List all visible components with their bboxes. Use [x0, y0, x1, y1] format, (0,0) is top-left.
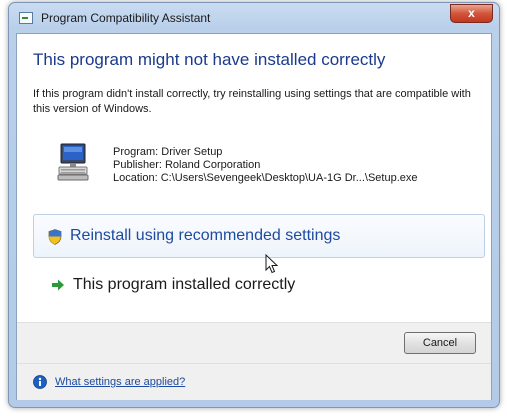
- computer-icon: [57, 143, 89, 181]
- program-publisher: Publisher: Roland Corporation: [113, 159, 261, 171]
- window-title: Program Compatibility Assistant: [41, 11, 211, 25]
- reinstall-option-button[interactable]: Reinstall using recommended settings: [33, 214, 485, 258]
- title-bar[interactable]: Program Compatibility Assistant x: [9, 3, 499, 33]
- info-icon: [33, 375, 47, 389]
- shield-icon: [48, 229, 62, 245]
- installed-correctly-option-label: This program installed correctly: [73, 276, 296, 293]
- dialog-window: Program Compatibility Assistant x This p…: [8, 2, 500, 408]
- green-arrow-icon: [52, 279, 64, 291]
- dialog-content: This program might not have installed co…: [16, 33, 492, 400]
- window-icon: [19, 12, 33, 24]
- cancel-button[interactable]: Cancel: [404, 332, 476, 354]
- close-button[interactable]: x: [450, 4, 493, 23]
- program-name: Program: Driver Setup: [113, 146, 223, 158]
- settings-applied-link[interactable]: What settings are applied?: [55, 376, 185, 388]
- main-instruction: This program might not have installed co…: [33, 50, 386, 69]
- description-text: If this program didn't install correctly…: [33, 88, 471, 115]
- button-bar: Cancel: [17, 322, 491, 363]
- footer: What settings are applied?: [17, 363, 491, 400]
- program-location: Location: C:\Users\Sevengeek\Desktop\UA-…: [113, 172, 418, 184]
- program-details: Program: Driver Setup Publisher: Roland …: [113, 146, 417, 185]
- installed-correctly-option-button[interactable]: This program installed correctly: [33, 266, 485, 306]
- reinstall-option-label: Reinstall using recommended settings: [70, 227, 341, 244]
